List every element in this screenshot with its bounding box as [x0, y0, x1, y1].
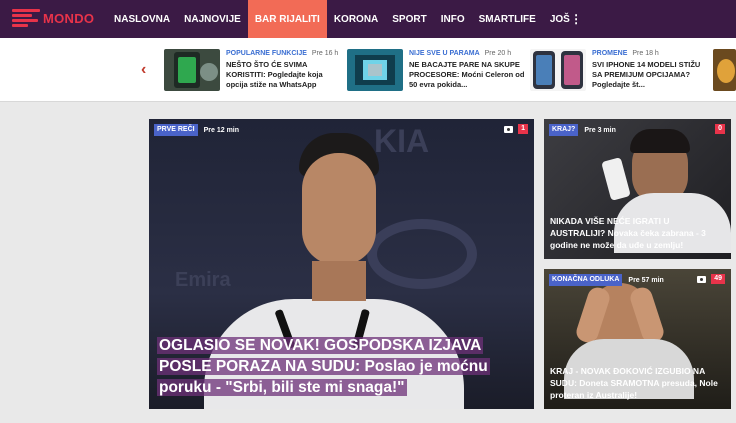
camera-icon [697, 275, 707, 283]
main-story-card[interactable]: KIA Emira PRVE REČI Pre 12 min 1 OGLASIO… [149, 119, 534, 409]
mondo-logo[interactable]: MONDO [12, 7, 96, 29]
ticker-item-celeron[interactable]: NIJE SVE U PARAMA Pre 20 h NE BACAJTE PA… [347, 49, 527, 95]
nav-menu: NASLOVNA NAJNOVIJE BAR RIJALITI KORONA S… [107, 0, 589, 38]
ticker-title: NE BACAJTE PARE NA SKUPE PROCESORE: Moćn… [409, 60, 525, 89]
nav-item-naslovna[interactable]: NASLOVNA [107, 0, 177, 38]
nav-item-sport[interactable]: SPORT [385, 0, 433, 38]
top-navigation: MONDO NASLOVNA NAJNOVIJE BAR RIJALITI KO… [0, 0, 736, 38]
side-story-card-1[interactable]: KRAJ? Pre 3 min 0 NIKADA VIŠE NEĆE IGRAT… [544, 119, 731, 259]
ticker-time: Pre 20 h [484, 50, 512, 57]
ticker-thumb-iphone [530, 49, 586, 91]
ticker-title: NEŠTO ŠTO ĆE SVIMA KORISTITI: Pogledajte… [226, 60, 323, 89]
side-story-title[interactable]: KRAJ - NOVAK ĐOKOVIĆ IZGUBIO NA SUDU: Do… [550, 365, 725, 401]
logo-text: MONDO [43, 10, 95, 26]
photo-count-badge: 49 [711, 274, 725, 284]
photo-count-badge: 1 [518, 124, 528, 134]
nav-item-smartlife[interactable]: SMARTLIFE [472, 0, 543, 38]
story-badge: KRAJ? [549, 124, 579, 136]
nav-item-najnovije[interactable]: NAJNOVIJE [177, 0, 248, 38]
story-time: Pre 57 min [628, 276, 664, 284]
ticker-thumb-whatsapp [164, 49, 220, 91]
nav-item-korona[interactable]: KORONA [327, 0, 385, 38]
logo-stripes-icon [12, 9, 40, 27]
story-badge: PRVE REČI [154, 124, 198, 136]
side-story-card-2[interactable]: KONAČNA ODLUKA Pre 57 min 49 KRAJ - NOVA… [544, 269, 731, 409]
nav-item-info[interactable]: INFO [434, 0, 472, 38]
ticker-time: Pre 18 h [632, 50, 659, 57]
ticker-thumb-processor [347, 49, 403, 91]
ticker-category: POPULARNE FUNKCIJE [226, 50, 307, 57]
vertical-dots-icon: ⋮ [566, 12, 583, 26]
ticker-item-whatsapp[interactable]: POPULARNE FUNKCIJE Pre 16 h NEŠTO ŠTO ĆE… [164, 49, 344, 95]
story-time: Pre 12 min [203, 126, 240, 134]
ticker-item-iphone[interactable]: PROMENE Pre 18 h SVI IPHONE 14 MODELI ST… [530, 49, 710, 95]
ticker-title: SVI IPHONE 14 MODELI STIŽU SA PREMIJUM O… [592, 60, 701, 89]
ticker-thumb-partial [713, 49, 736, 91]
story-badge: KONAČNA ODLUKA [549, 274, 623, 286]
popular-ticker: ‹ POPULARNE FUNKCIJE Pre 16 h NEŠTO ŠTO … [0, 38, 736, 102]
ticker-category: PROMENE [592, 50, 628, 57]
ticker-time: Pre 16 h [311, 50, 339, 57]
story-time: Pre 3 min [584, 126, 616, 134]
camera-icon [504, 125, 514, 133]
ticker-category: NIJE SVE U PARAMA [409, 50, 480, 57]
nav-item-jos[interactable]: JOŠ ⋮ [543, 0, 589, 38]
nav-item-bar-rijaliti[interactable]: BAR RIJALITI [247, 0, 327, 38]
chevron-left-icon[interactable]: ‹ [141, 61, 146, 79]
ticker-item-partial[interactable] [713, 49, 736, 95]
side-story-title[interactable]: NIKADA VIŠE NEĆE IGRATI U AUSTRALIJI? No… [550, 215, 725, 251]
photo-count-badge: 0 [715, 124, 725, 134]
main-story-title[interactable]: OGLASIO SE NOVAK! GOSPODSKA IZJAVA POSLE… [157, 335, 527, 398]
